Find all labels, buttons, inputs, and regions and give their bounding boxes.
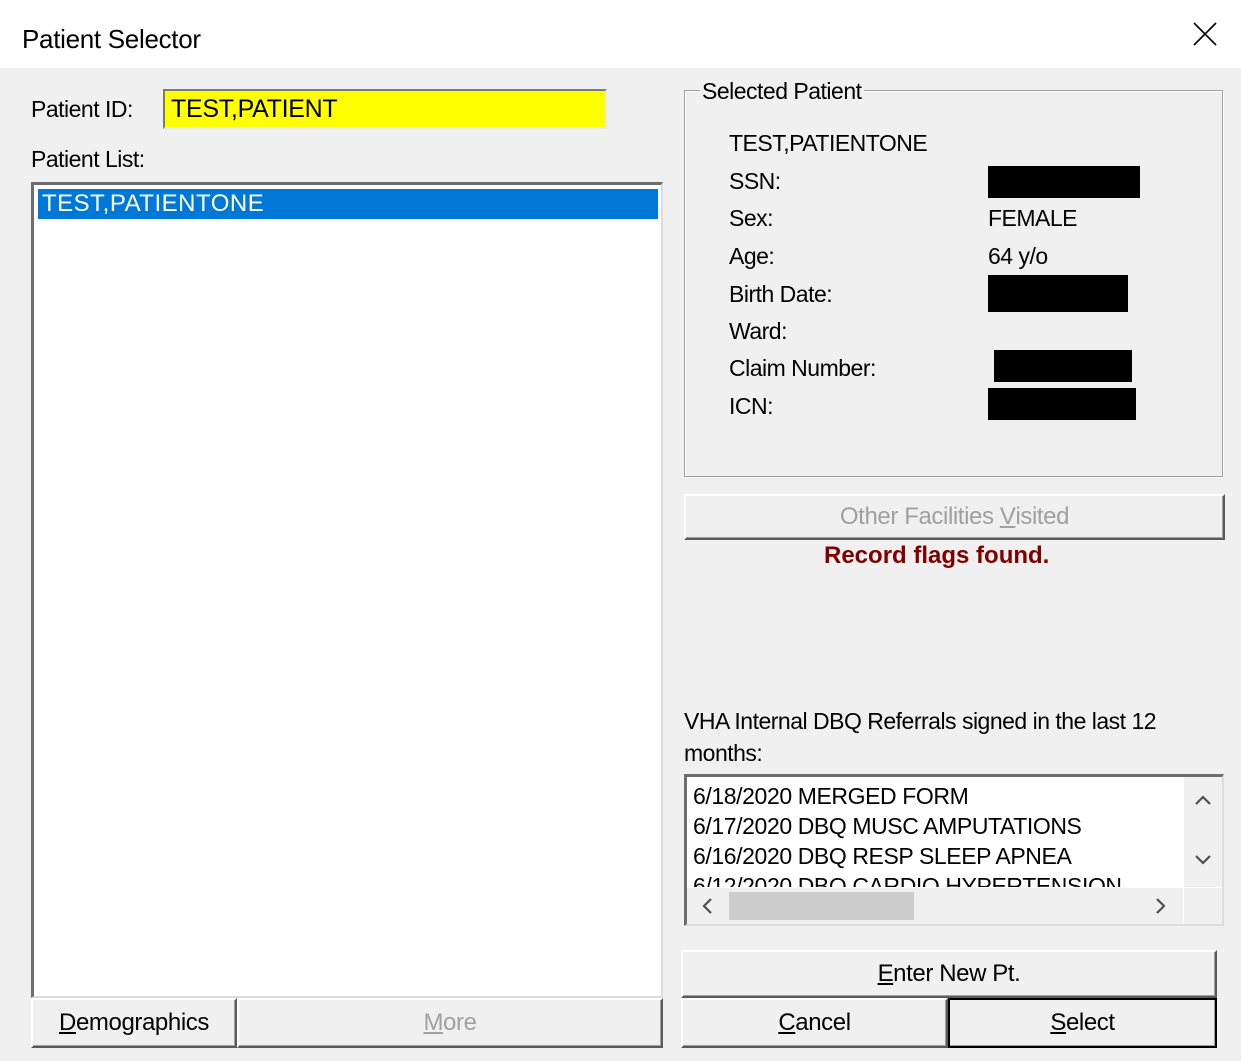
scroll-down-arrow-icon (1195, 855, 1211, 865)
birth-date-label: Birth Date: (729, 281, 833, 307)
select-accel: S (1050, 1009, 1066, 1036)
more-label: ore (443, 1009, 477, 1036)
list-item[interactable]: 6/16/2020 DBQ RESP SLEEP APNEA (693, 841, 1181, 871)
more-button[interactable]: More (237, 998, 663, 1048)
list-item[interactable]: 6/18/2020 MERGED FORM (693, 781, 1181, 811)
demographics-button[interactable]: Demographics (31, 998, 237, 1048)
close-icon (1193, 22, 1217, 46)
close-button[interactable] (1169, 0, 1241, 68)
record-flags-found[interactable]: Record flags found. (824, 542, 1049, 570)
icn-redaction (988, 388, 1136, 420)
list-item[interactable]: 6/17/2020 DBQ MUSC AMPUTATIONS (693, 811, 1181, 841)
ssn-redaction (988, 166, 1140, 198)
cancel-button[interactable]: Cancel (681, 998, 948, 1048)
age-value: 64 y/o (988, 243, 1048, 269)
more-accel: M (423, 1009, 444, 1036)
icn-label: ICN: (729, 393, 774, 419)
scroll-down-button[interactable] (1184, 845, 1222, 875)
claim-number-label: Claim Number: (729, 355, 876, 381)
scroll-up-button[interactable] (1184, 785, 1222, 815)
enter-new-pt-label: nter New Pt. (893, 960, 1021, 987)
other-facilities-accel: V (999, 503, 1016, 530)
scroll-right-arrow-icon (1156, 898, 1166, 914)
scrollbar-corner (1184, 888, 1222, 924)
other-facilities-label-a: Other Facilities (839, 503, 1000, 530)
horizontal-scroll-thumb[interactable] (729, 892, 914, 920)
demographics-label: emographics (75, 1009, 209, 1036)
patient-id-input[interactable] (163, 89, 607, 129)
horizontal-scrollbar[interactable] (687, 888, 1183, 924)
select-button[interactable]: Select (948, 998, 1217, 1048)
select-label: elect (1065, 1009, 1115, 1036)
referrals-list[interactable]: 6/18/2020 MERGED FORM 6/17/2020 DBQ MUSC… (684, 774, 1224, 926)
sex-value: FEMALE (988, 205, 1078, 231)
demographics-accel: D (59, 1009, 76, 1036)
referrals-items: 6/18/2020 MERGED FORM 6/17/2020 DBQ MUSC… (693, 781, 1181, 887)
enter-new-patient-button[interactable]: Enter New Pt. (681, 950, 1217, 998)
sex-label: Sex: (729, 205, 774, 231)
ward-label: Ward: (729, 318, 788, 344)
patient-id-label: Patient ID: (31, 96, 133, 122)
scroll-up-arrow-icon (1195, 795, 1211, 805)
other-facilities-visited-button[interactable]: Other Facilities Visited (684, 494, 1225, 540)
scroll-right-button[interactable] (1145, 891, 1177, 921)
vertical-scrollbar[interactable] (1184, 777, 1222, 887)
other-facilities-label-b: isited (1015, 503, 1070, 530)
referrals-label: VHA Internal DBQ Referrals signed in the… (684, 708, 1157, 766)
scroll-left-button[interactable] (691, 891, 723, 921)
ssn-label: SSN: (729, 168, 781, 194)
cancel-label: ancel (795, 1009, 851, 1036)
birth-date-redaction (988, 275, 1128, 312)
patient-list[interactable]: TEST,PATIENTONE (31, 182, 663, 998)
list-item[interactable]: 6/12/2020 DBQ CARDIO HYPERTENSION (693, 871, 1181, 887)
patient-list-label: Patient List: (31, 146, 145, 172)
window-title: Patient Selector (22, 24, 201, 54)
scroll-left-arrow-icon (702, 898, 712, 914)
selected-patient-title: Selected Patient (700, 78, 864, 105)
patient-name: TEST,PATIENTONE (729, 130, 928, 156)
age-label: Age: (729, 243, 775, 269)
claim-number-redaction (994, 350, 1132, 382)
title-bar: Patient Selector (0, 0, 1241, 68)
cancel-accel: C (778, 1009, 796, 1036)
list-item[interactable]: TEST,PATIENTONE (38, 189, 658, 219)
dialog-client-area: Patient ID: Patient List: TEST,PATIENTON… (0, 68, 1241, 1061)
enter-new-pt-accel: E (877, 960, 894, 987)
